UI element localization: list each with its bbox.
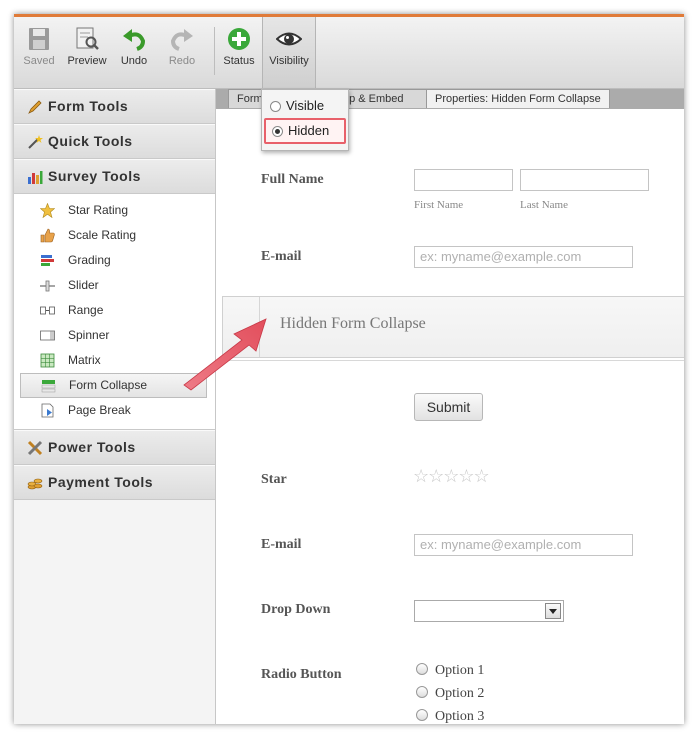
radio-circle-selected[interactable]: [272, 126, 283, 137]
visibility-option-label: Hidden: [288, 123, 330, 138]
app-window: Saved Preview Undo Redo Status Visibilit…: [14, 14, 684, 724]
visibility-dropdown: Visible Hidden: [261, 89, 349, 151]
visibility-option-label: Visible: [286, 98, 325, 113]
radio-circle[interactable]: [270, 101, 281, 112]
annotation-arrow-icon: [183, 318, 267, 391]
visibility-option-hidden[interactable]: Hidden: [264, 118, 346, 144]
visibility-option-visible[interactable]: Visible: [264, 95, 324, 117]
